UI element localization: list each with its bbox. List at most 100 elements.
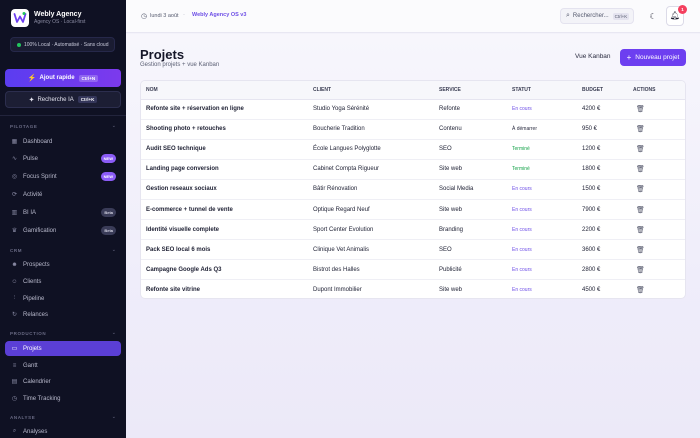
sidebar-item-focus-sprint[interactable]: ◎ Focus Sprint NEW (5, 169, 121, 184)
project-name-cell[interactable]: Refonte site vitrine (141, 280, 313, 298)
trash-icon[interactable]: 🗑︎ (633, 207, 645, 214)
new-project-button[interactable]: + Nouveau projet (620, 49, 686, 66)
trash-icon[interactable]: 🗑︎ (633, 247, 645, 254)
client-cell: Bistrot des Halles (313, 259, 439, 281)
sidebar-item-bi-ia[interactable]: ▥ BI IA Beta (5, 205, 121, 220)
table-header-row: NOM CLIENT SERVICE STATUT BUDGET ACTIONS (141, 81, 685, 100)
w-logo-icon (13, 12, 27, 23)
project-name-cell[interactable]: E-commerce + tunnel de vente (141, 199, 313, 221)
status-badge[interactable]: Terminé (512, 166, 530, 172)
column-header-nom[interactable]: NOM (141, 81, 313, 100)
client-cell: Studio Yoga Sérénité (313, 99, 439, 120)
chevron-down-icon[interactable]: ⌄ (112, 414, 116, 420)
ai-search-button[interactable]: ✦ Recherche IA Ctrl+K (5, 91, 121, 108)
status-cell: En cours (512, 259, 582, 281)
clock-icon: ◷ (141, 13, 148, 20)
status-badge[interactable]: En cours (512, 106, 532, 112)
status-badge[interactable]: En cours (512, 207, 532, 213)
trash-icon[interactable]: 🗑︎ (633, 106, 645, 113)
page-subtitle: Gestion projets + vue Kanban (140, 62, 220, 68)
budget-cell: 1200 € (582, 139, 633, 160)
budget-cell: 4500 € (582, 287, 601, 294)
sidebar-item-clients[interactable]: ☺ Clients (5, 274, 121, 289)
sidebar-item-pulse[interactable]: ∿ Pulse NEW (5, 151, 121, 166)
status-badge[interactable]: En cours (512, 227, 532, 233)
project-name-cell[interactable]: Landing page conversion (141, 159, 313, 180)
project-name-cell[interactable]: Audit SEO technique (141, 139, 313, 160)
column-header-budget[interactable]: BUDGET (582, 81, 633, 100)
project-name-cell[interactable]: Gestion reseaux sociaux (141, 179, 313, 200)
section-label-analyse: ANALYSE (10, 415, 36, 420)
trash-icon[interactable]: 🗑︎ (633, 186, 645, 193)
status-badge[interactable]: En cours (512, 267, 532, 273)
sidebar-item-gantt[interactable]: ≡ Gantt (5, 358, 121, 373)
sidebar-item-calendrier[interactable]: ▤ Calendrier (5, 374, 121, 389)
project-name-cell[interactable]: Identité visuelle complete (141, 219, 313, 241)
column-header-client[interactable]: CLIENT (313, 81, 439, 100)
column-header-statut[interactable]: STATUT (512, 81, 582, 100)
trash-icon[interactable]: 🗑︎ (633, 267, 645, 274)
status-badge[interactable]: En cours (512, 186, 532, 192)
chart-icon: ▥ (11, 210, 18, 216)
trash-icon[interactable]: 🗑︎ (633, 126, 645, 133)
sidebar-item-time-tracking[interactable]: ◷ Time Tracking (5, 391, 121, 406)
app-version: Webly Agency OS v3 (192, 12, 247, 18)
quick-add-label: Ajout rapide (39, 75, 75, 81)
sidebar-item-projets[interactable]: ▭ Projets (5, 341, 121, 356)
quick-add-shortcut: Ctrl+N (78, 74, 99, 82)
table-row[interactable]: Shooting photo + retouches Boucherie Trad… (141, 119, 685, 140)
service-cell: Site web (439, 199, 512, 221)
notifications-button[interactable]: 🔔︎ 1 (666, 5, 687, 26)
table-row[interactable]: Identité visuelle complete Sport Center E… (141, 219, 685, 241)
bolt-icon: ⚡ (27, 75, 37, 82)
sidebar-item-dashboard[interactable]: ▦ Dashboard (5, 134, 121, 149)
sidebar-item-relances[interactable]: ↻ Relances (5, 307, 121, 322)
users-icon: ☻ (11, 261, 18, 268)
table-row[interactable]: E-commerce + tunnel de vente Optique Rega… (141, 199, 685, 221)
budget-cell: 1500 € (582, 179, 633, 200)
ai-search-label: Recherche IA (37, 96, 74, 103)
moon-icon[interactable]: ☾ (646, 10, 660, 24)
trash-icon[interactable]: 🗑︎ (633, 166, 645, 173)
trash-icon[interactable]: 🗑︎ (633, 227, 645, 234)
column-header-service[interactable]: SERVICE (439, 81, 512, 100)
status-badge[interactable]: Terminé (512, 146, 530, 152)
sidebar-item-activite[interactable]: ⟳ Activité (5, 187, 121, 202)
budget-cell: 4200 € (582, 99, 633, 120)
quick-add-button[interactable]: ⚡ Ajout rapide Ctrl+N (5, 69, 121, 87)
search-input[interactable]: ⌕ Rechercher... Ctrl+K (560, 8, 634, 24)
status-dot-icon (17, 42, 21, 47)
project-name-cell[interactable]: Shooting photo + retouches (141, 119, 313, 140)
trash-icon[interactable]: 🗑︎ (633, 287, 645, 294)
chevron-down-icon[interactable]: ⌄ (112, 247, 116, 253)
new-project-label: Nouveau projet (635, 54, 680, 61)
sidebar-item-pipeline[interactable]: ⫶ Pipeline (5, 291, 121, 306)
folder-icon: ▭ (11, 346, 18, 352)
table-row[interactable]: Refonte site vitrine Dupont Immobilier Sit… (141, 280, 685, 298)
table-row[interactable]: Refonte site + réservation en ligne Studi… (141, 99, 685, 120)
brand[interactable]: Webly Agency Agency OS · Local-first (11, 9, 85, 27)
trash-icon[interactable]: 🗑︎ (633, 146, 645, 153)
sidebar-item-gamification[interactable]: ♛ Gamification Beta (5, 223, 121, 238)
target-icon: ◎ (11, 174, 18, 180)
table-row[interactable]: Gestion reseaux sociaux Bâtir Rénovation S… (141, 179, 685, 200)
chevron-down-icon[interactable]: ⌄ (112, 123, 116, 129)
table-row[interactable]: Landing page conversion Cabinet Compta Ri… (141, 159, 685, 180)
project-name-cell[interactable]: Pack SEO local 6 mois (141, 239, 313, 261)
chevron-down-icon[interactable]: ⌄ (112, 330, 116, 336)
beta-badge: Beta (101, 208, 116, 217)
project-name-cell[interactable]: Refonte site + réservation en ligne (141, 99, 313, 120)
status-badge[interactable]: En cours (512, 287, 532, 293)
sidebar-item-analyses[interactable]: ⌕ Analyses (5, 424, 121, 438)
status-badge[interactable]: À démarrer (512, 126, 537, 132)
kanban-view-button[interactable]: Vue Kanban (575, 53, 611, 60)
status-badge[interactable]: En cours (512, 247, 532, 253)
project-name-cell[interactable]: Campagne Google Ads Q3 (141, 259, 313, 281)
table-row[interactable]: Campagne Google Ads Q3 Bistrot des Halles… (141, 259, 685, 281)
table-row[interactable]: Audit SEO technique École Langues Polyglo… (141, 139, 685, 160)
search-placeholder: Rechercher... (572, 13, 609, 19)
sidebar-item-prospects[interactable]: ☻ Prospects (5, 257, 121, 272)
sidebar-item-label: Time Tracking (23, 395, 61, 402)
budget-cell: 1800 € (582, 159, 633, 180)
table-row[interactable]: Pack SEO local 6 mois Clinique Vet Animal… (141, 239, 685, 261)
